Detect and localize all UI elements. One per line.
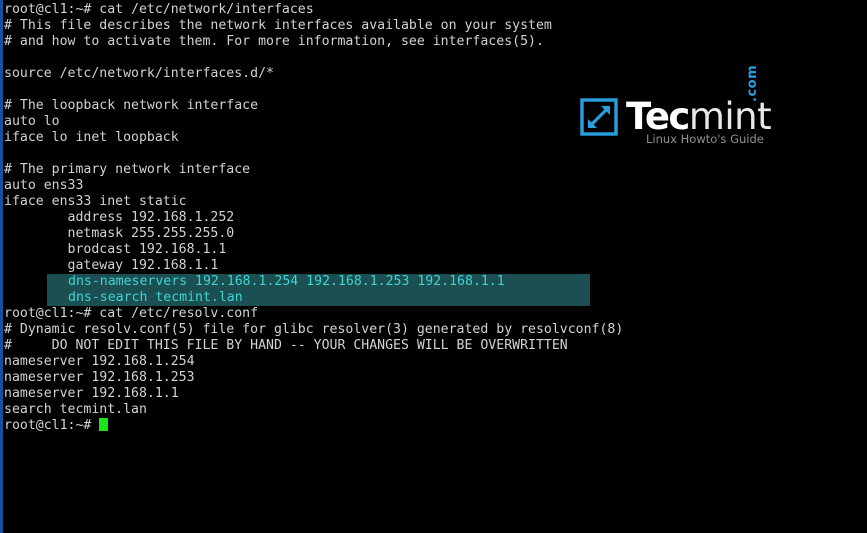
terminal-line-address: address 192.168.1.252 (4, 210, 235, 225)
text-cursor (99, 418, 109, 431)
terminal-line-search-domain: search tecmint.lan (4, 402, 147, 417)
terminal-line-prompt-2: root@cl1:~# cat /etc/resolv.conf (4, 306, 259, 321)
logo-tagline: Linux Howto's Guide (646, 132, 764, 146)
terminal-line-resolvconf-header: # Dynamic resolv.conf(5) file for glibc … (4, 322, 624, 337)
terminal-line-gateway: gateway 192.168.1.1 (4, 258, 219, 273)
terminal-window[interactable]: root@cl1:~# cat /etc/network/interfaces … (0, 0, 867, 533)
terminal-output-area[interactable]: root@cl1:~# cat /etc/network/interfaces … (3, 2, 867, 533)
prompt-text: root@cl1:~# (4, 418, 100, 433)
logo-tld: .com (745, 64, 760, 102)
terminal-line-resolvconf-warning: # DO NOT EDIT THIS FILE BY HAND -- YOUR … (4, 338, 568, 353)
terminal-line-brodcast: brodcast 192.168.1.1 (4, 242, 227, 257)
expand-arrow-square-icon (580, 98, 618, 136)
terminal-prompt-active[interactable]: root@cl1:~# (3, 418, 867, 434)
terminal-line-iface-ens33: iface ens33 inet static (4, 194, 187, 209)
terminal-line-netmask: netmask 255.255.255.0 (4, 226, 235, 241)
terminal-line-nameserver-2: nameserver 192.168.1.253 (4, 370, 195, 385)
terminal-line-dns-nameservers: dns-nameservers 192.168.1.254 192.168.1.… (68, 274, 505, 289)
terminal-line-source: source /etc/network/interfaces.d/* (4, 66, 274, 81)
terminal-line-nameserver-1: nameserver 192.168.1.254 (4, 354, 195, 369)
terminal-line-dns-search: dns-search tecmint.lan (68, 290, 243, 305)
terminal-line-comment: # The primary network interface (4, 162, 251, 177)
terminal-line-nameserver-3: nameserver 192.168.1.1 (4, 386, 179, 401)
highlighted-dns-block: dns-nameservers 192.168.1.254 192.168.1.… (47, 274, 590, 306)
terminal-line-comment: # and how to activate them. For more inf… (4, 34, 544, 49)
terminal-line-prompt-1: root@cl1:~# cat /etc/network/interfaces (4, 2, 314, 17)
tecmint-logo: Tecmint .com Linux Howto's Guide (580, 65, 772, 148)
terminal-line-auto-ens33: auto ens33 (4, 178, 84, 193)
terminal-line-comment: # This file describes the network interf… (4, 18, 552, 33)
